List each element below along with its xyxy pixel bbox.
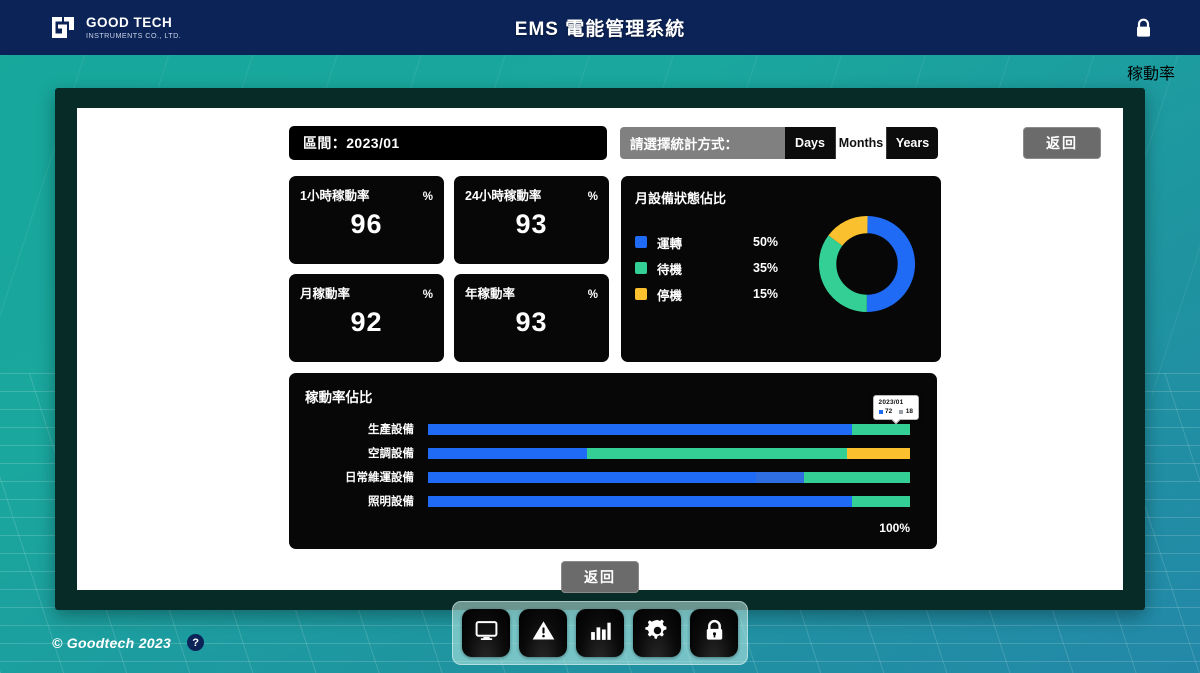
stat-method-group: 請選擇統計方式： Days Months Years	[620, 127, 938, 159]
donut-chart	[815, 212, 919, 321]
footer: © Goodtech 2023 ?	[52, 634, 205, 651]
kpi-unit: %	[422, 191, 433, 203]
tooltip-item: 18	[899, 408, 913, 415]
tooltip-value: 72	[885, 408, 893, 415]
brand-logo: GOOD TECH INSTRUMENTS CO., LTD.	[50, 14, 181, 41]
tooltip-dot-gray	[899, 409, 904, 414]
donut-panel-title: 月設備狀態佔比	[635, 191, 727, 206]
bar-segment-standby	[587, 447, 848, 459]
bar-segment-run	[428, 495, 853, 507]
dock-lock-button[interactable]	[690, 609, 738, 657]
warning-icon	[531, 618, 556, 648]
bar-segment-standby	[803, 471, 910, 483]
breadcrumb: 稼動率	[0, 55, 1200, 88]
legend-pct: 50%	[753, 235, 779, 249]
bar-segment-standby	[852, 423, 910, 435]
kpi-title: 1小時稼動率	[300, 189, 370, 203]
bar-category-label: 照明設備	[368, 496, 414, 508]
dock-settings-button[interactable]	[633, 609, 681, 657]
kpi-unit: %	[587, 289, 598, 301]
legend-swatch-stop	[635, 288, 647, 300]
bar-panel-title: 稼動率佔比	[305, 390, 373, 405]
segment-years[interactable]: Years	[887, 127, 938, 159]
segment-days[interactable]: Days	[785, 127, 836, 159]
tooltip-item: 72	[878, 408, 893, 415]
kpi-value: 96	[350, 209, 383, 239]
lock-icon	[702, 618, 727, 648]
bar-category-label: 生產設備	[368, 424, 414, 436]
bar-track	[428, 471, 910, 483]
tooltip-date: 2023/01	[878, 399, 904, 406]
back-button-bottom[interactable]: 返回	[561, 561, 639, 593]
bar-track	[428, 423, 910, 435]
kpi-title: 月稼動率	[300, 287, 351, 301]
legend-swatch-standby	[635, 262, 647, 274]
bar-segment-stop	[847, 447, 910, 459]
bar-chart-icon	[588, 618, 613, 648]
content-frame: 區間：2023/01 請選擇統計方式： Days Months Years 返回…	[55, 88, 1145, 610]
help-icon[interactable]: ?	[187, 634, 205, 651]
device-status-panel: 月設備狀態佔比 運轉 50% 待機 35% 停機 15%	[621, 176, 941, 362]
bar-row: 空調設備	[305, 441, 921, 465]
back-button[interactable]: 返回	[1023, 127, 1101, 159]
kpi-title: 年稼動率	[465, 287, 516, 301]
content-screen: 區間：2023/01 請選擇統計方式： Days Months Years 返回…	[77, 108, 1123, 593]
legend-swatch-run	[635, 236, 647, 248]
bar-segment-run	[428, 447, 588, 459]
bar-category-label: 空調設備	[368, 448, 414, 460]
bar-row: 照明設備	[305, 489, 921, 513]
gear-icon	[644, 618, 670, 648]
bar-segment-light	[755, 471, 804, 483]
legend-name: 停機	[657, 288, 683, 303]
bar-row: 日常維運設備	[305, 465, 921, 489]
kpi-value: 92	[350, 307, 383, 337]
kpi-card-hour: 1小時稼動率 % 96	[289, 176, 444, 264]
bar-axis-max-label: 100%	[879, 521, 910, 535]
dock-reports-button[interactable]	[576, 609, 624, 657]
bar-segment-run	[428, 423, 853, 435]
legend-pct: 15%	[753, 287, 779, 301]
copyright-label: © Goodtech 2023	[52, 634, 172, 651]
bar-track	[428, 447, 910, 459]
range-display[interactable]: 區間：2023/01	[289, 126, 607, 160]
breadcrumb-label: 稼動率	[1126, 65, 1175, 83]
bottom-dock	[452, 601, 748, 665]
stat-method-label: 請選擇統計方式：	[620, 127, 785, 159]
bar-segment-run	[428, 471, 756, 483]
tooltip-dot-blue	[878, 409, 883, 414]
utilization-ratio-panel: 稼動率佔比 2023/01 72 18 生產設備 空調設備 日常維運設備 照明設…	[289, 373, 937, 549]
bar-track	[428, 495, 910, 507]
kpi-unit: %	[422, 289, 433, 301]
dock-alarm-button[interactable]	[519, 609, 567, 657]
kpi-card-year: 年稼動率 % 93	[454, 274, 609, 362]
upper-panels: 1小時稼動率 % 96 24小時稼動率 % 93 月稼動率 % 92 年稼動率 …	[289, 176, 1123, 362]
kpi-value: 93	[515, 307, 548, 337]
monitor-icon	[474, 618, 499, 648]
chart-tooltip: 2023/01 72 18	[872, 395, 919, 425]
range-label: 區間：2023/01	[303, 135, 400, 151]
kpi-grid: 1小時稼動率 % 96 24小時稼動率 % 93 月稼動率 % 92 年稼動率 …	[289, 176, 609, 362]
segment-months[interactable]: Months	[836, 127, 887, 159]
bar-segment-standby	[852, 495, 910, 507]
kpi-card-month: 月稼動率 % 92	[289, 274, 444, 362]
kpi-card-24hour: 24小時稼動率 % 93	[454, 176, 609, 264]
kpi-unit: %	[587, 191, 598, 203]
logo-subtitle: INSTRUMENTS CO., LTD.	[86, 30, 182, 40]
dock-monitor-button[interactable]	[462, 609, 510, 657]
app-header: GOOD TECH INSTRUMENTS CO., LTD. EMS 電能管理…	[0, 0, 1200, 55]
bar-category-label: 日常維運設備	[345, 472, 414, 484]
legend-name: 待機	[657, 262, 683, 277]
tooltip-value: 18	[905, 408, 913, 415]
control-bar: 區間：2023/01 請選擇統計方式： Days Months Years 返回	[77, 126, 1123, 160]
kpi-value: 93	[515, 209, 548, 239]
lock-icon[interactable]	[1135, 18, 1152, 38]
goodtech-logo-icon	[50, 14, 77, 41]
legend-pct: 35%	[753, 261, 779, 275]
logo-title: GOOD TECH	[86, 14, 173, 30]
kpi-title: 24小時稼動率	[465, 189, 542, 203]
bar-row: 生產設備	[305, 417, 921, 441]
legend-name: 運轉	[657, 236, 683, 251]
